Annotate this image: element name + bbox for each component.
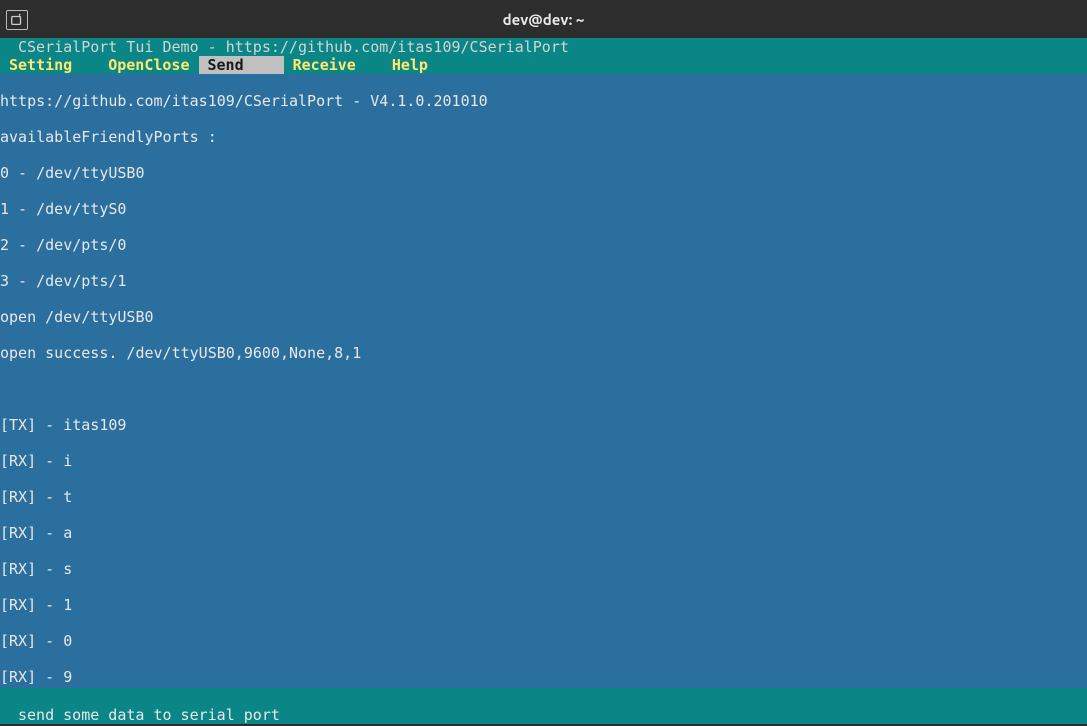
terminal-line: [RX] - s <box>0 560 1087 578</box>
terminal-line: [RX] - i <box>0 452 1087 470</box>
window-titlebar: dev@dev: ~ <box>0 0 1087 38</box>
terminal-line: 1 - /dev/ttyS0 <box>0 200 1087 218</box>
terminal-line: [RX] - 9 <box>0 668 1087 686</box>
terminal-line: open /dev/ttyUSB0 <box>0 308 1087 326</box>
terminal-output: https://github.com/itas109/CSerialPort -… <box>0 74 1087 688</box>
menu-setting[interactable]: Setting <box>0 56 81 74</box>
status-bar: send some data to serial port <box>0 688 1087 724</box>
menu-receive[interactable]: Receive <box>284 56 365 74</box>
app-header: CSerialPort Tui Demo - https://github.co… <box>0 38 1087 56</box>
terminal-line <box>0 380 1087 398</box>
menu-help[interactable]: Help <box>383 56 437 74</box>
terminal-line: 0 - /dev/ttyUSB0 <box>0 164 1087 182</box>
terminal-line: 2 - /dev/pts/0 <box>0 236 1087 254</box>
new-tab-icon[interactable] <box>6 10 28 30</box>
terminal-line: availableFriendlyPorts : <box>0 128 1087 146</box>
terminal-line: [RX] - t <box>0 488 1087 506</box>
terminal-line: [RX] - 1 <box>0 596 1087 614</box>
terminal-line: https://github.com/itas109/CSerialPort -… <box>0 92 1087 110</box>
window-title: dev@dev: ~ <box>503 11 585 28</box>
terminal-line: 3 - /dev/pts/1 <box>0 272 1087 290</box>
menu-send[interactable]: Send <box>199 56 284 74</box>
menu-openclose[interactable]: OpenClose <box>99 56 198 74</box>
terminal-line: [RX] - a <box>0 524 1087 542</box>
terminal-line: open success. /dev/ttyUSB0,9600,None,8,1 <box>0 344 1087 362</box>
terminal-line: [TX] - itas109 <box>0 416 1087 434</box>
terminal-line: [RX] - 0 <box>0 632 1087 650</box>
menubar: Setting OpenClose Send Receive Help <box>0 56 1087 74</box>
status-text: send some data to serial port <box>18 706 280 724</box>
